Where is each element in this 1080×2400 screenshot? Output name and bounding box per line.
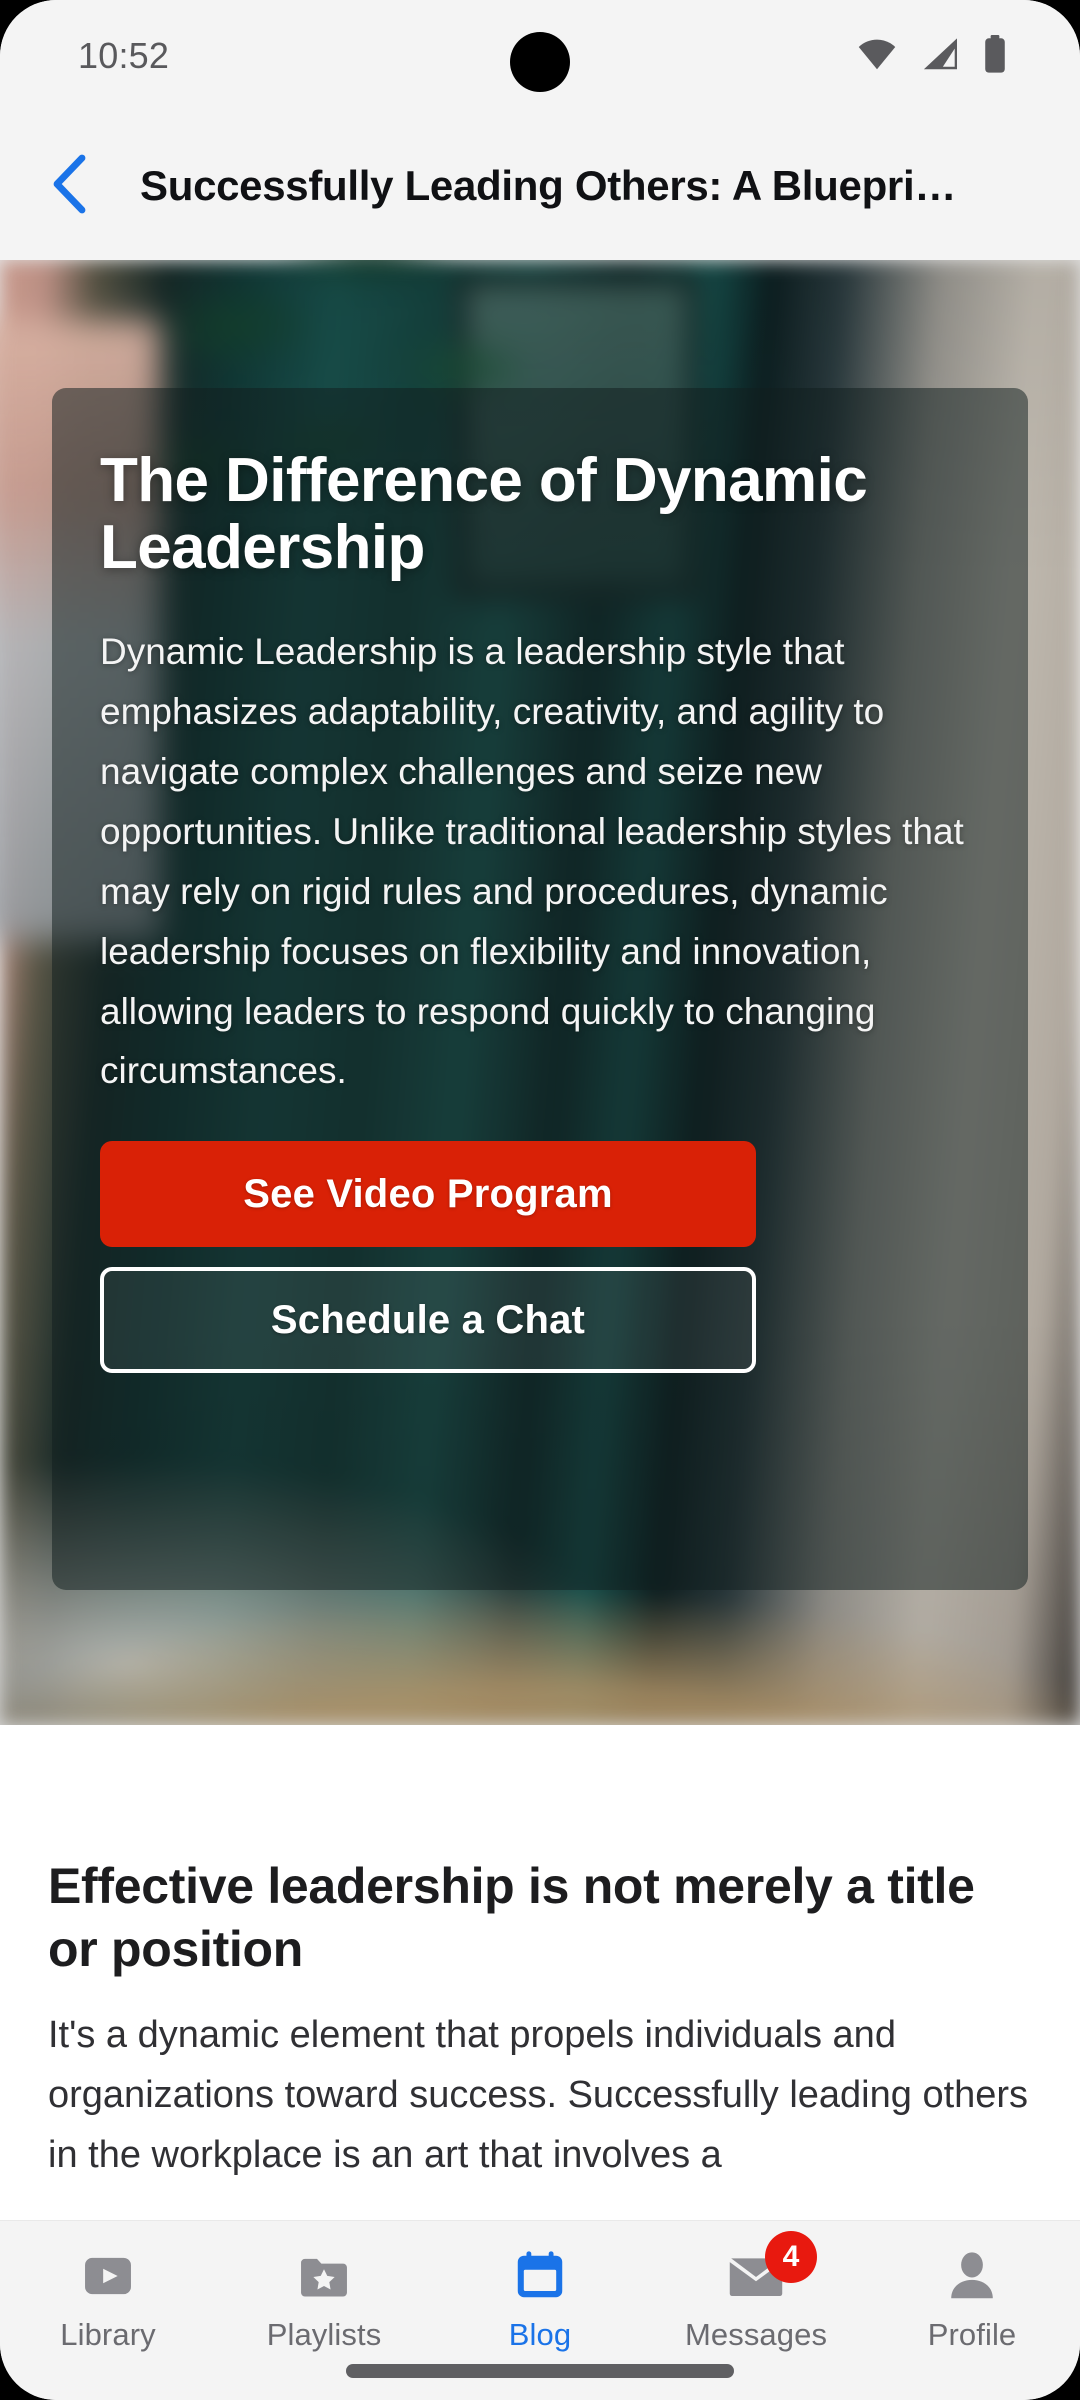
hero-heading: The Difference of Dynamic Leadership [100,446,868,582]
back-button[interactable] [22,138,118,234]
chevron-left-icon [48,154,92,219]
nav-label-library: Library [60,2317,156,2352]
page-title: Successfully Leading Others: A Bluepri… [140,162,957,209]
nav-label-blog: Blog [508,2317,572,2352]
status-bar-icons [856,34,1008,78]
messages-badge: 4 [765,2231,817,2283]
calendar-icon [511,2245,569,2307]
phone-screen: 10:52 Successfully Leading Others: A Blu… [0,0,1080,2400]
nav-item-playlists[interactable]: Playlists [216,2221,432,2353]
nav-item-blog[interactable]: Blog [432,2221,648,2353]
envelope-icon: 4 [725,2231,817,2307]
gesture-navigation-bar[interactable] [346,2364,734,2378]
see-video-program-button[interactable]: See Video Program [100,1141,756,1248]
person-icon [943,2245,1001,2307]
nav-item-profile[interactable]: Profile [864,2221,1080,2353]
nav-item-library[interactable]: Library [0,2221,216,2353]
wifi-icon [856,38,898,75]
article-heading: Effective leadership is not merely a tit… [48,1858,975,1977]
app-bar: Successfully Leading Others: A Bluepri… [0,112,1080,260]
article-body: It's a dynamic element that propels indi… [48,2014,1029,2177]
folder-star-icon [295,2245,353,2307]
play-square-icon [79,2245,137,2307]
hero-overlay-card: The Difference of Dynamic Leadership Dyn… [52,388,1028,1590]
hero-section: The Difference of Dynamic Leadership Dyn… [0,260,1080,1725]
nav-label-profile: Profile [927,2317,1017,2352]
article-section: Effective leadership is not merely a tit… [0,1725,1080,2220]
nav-label-playlists: Playlists [266,2317,382,2352]
status-bar-clock: 10:52 [78,35,170,76]
nav-label-messages: Messages [684,2317,828,2352]
battery-icon [982,34,1008,78]
cellular-signal-icon [920,37,960,76]
hero-description: Dynamic Leadership is a leadership style… [100,630,964,1092]
camera-punch-hole [510,32,570,92]
schedule-a-chat-button[interactable]: Schedule a Chat [100,1267,756,1374]
nav-item-messages[interactable]: 4 Messages [648,2221,864,2353]
